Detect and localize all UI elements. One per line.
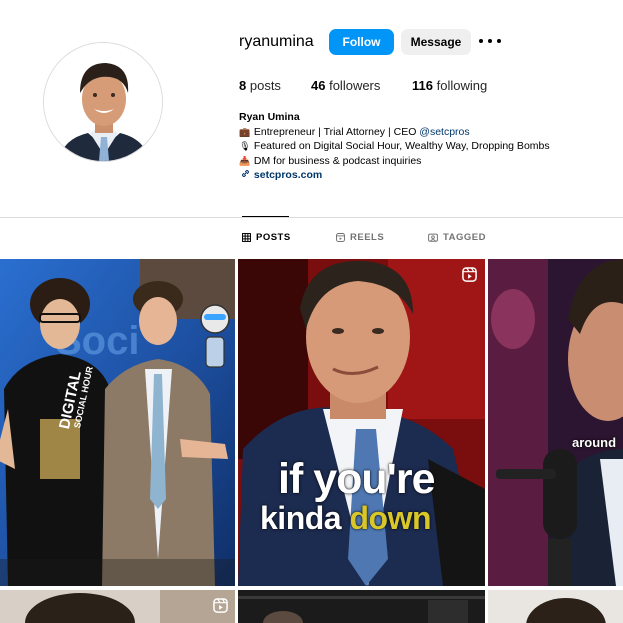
post-tile-6[interactable] [488, 590, 623, 623]
bio-line-2: 🎙 Featured on Digital Social Hour, Wealt… [239, 139, 550, 154]
post-3-caption: around [572, 435, 617, 450]
bio-line-2-text: Featured on Digital Social Hour, Wealthy… [253, 140, 550, 152]
following-count-label: following [436, 78, 488, 93]
tab-reels-label: REELS [350, 232, 385, 243]
briefcase-icon: 💼 [239, 126, 251, 137]
post-tile-2[interactable]: if you're kinda down [238, 259, 485, 586]
posts-count-value: 8 [239, 78, 247, 93]
bio-line-1: 💼 Entrepreneur | Trial Attorney | CEO @s… [239, 125, 550, 140]
reel-icon [213, 598, 228, 613]
microphone-icon: 🎙 [239, 141, 251, 151]
post-2-caption-word: kinda [260, 500, 350, 536]
tab-reels[interactable]: REELS [336, 232, 384, 243]
reels-icon [336, 233, 345, 242]
message-button[interactable]: Message [401, 29, 471, 55]
tab-posts[interactable]: POSTS [242, 232, 291, 243]
post-6-image [488, 590, 623, 623]
reel-icon [462, 267, 477, 282]
grid-icon [242, 233, 251, 242]
tab-posts-label: POSTS [256, 232, 291, 243]
followers-count[interactable]: 46 followers [311, 78, 380, 93]
bio-line-3: 📥 DM for business & podcast inquiries [239, 154, 550, 169]
post-tile-4[interactable] [0, 590, 235, 623]
bio-mention-link[interactable]: @setcpros [419, 126, 469, 138]
posts-count: 8 posts [239, 78, 281, 93]
profile-full-name: Ryan Umina [239, 111, 300, 123]
bio-website-link[interactable]: setcpros.com [254, 169, 322, 181]
post-2-caption-line-1: if you're [278, 455, 436, 503]
following-count-value: 116 [412, 78, 433, 93]
post-2-caption-line-2: kinda down [260, 500, 431, 537]
follow-button[interactable]: Follow [329, 29, 394, 55]
avatar-image [44, 43, 162, 161]
bio-line-1-text: Entrepreneur | Trial Attorney | CEO [253, 125, 420, 138]
post-1-image: Soci [0, 259, 235, 586]
tagged-icon [428, 233, 438, 242]
following-count[interactable]: 116 following [412, 78, 487, 93]
active-tab-indicator [242, 216, 289, 217]
profile-username: ryanumina [239, 33, 314, 50]
more-options-icon[interactable] [479, 28, 501, 54]
posts-count-label: posts [249, 78, 281, 93]
post-tile-5[interactable] [238, 590, 485, 623]
followers-count-value: 46 [311, 78, 326, 93]
link-icon [239, 168, 251, 183]
tabs-divider [0, 217, 623, 218]
inbox-icon: 📥 [239, 155, 251, 166]
post-tile-3[interactable]: around [488, 259, 623, 586]
profile-avatar[interactable] [43, 42, 163, 162]
profile-bio: Ryan Umina 💼 Entrepreneur | Trial Attorn… [239, 110, 550, 183]
followers-count-label: followers [329, 78, 381, 93]
post-3-image [488, 259, 623, 586]
post-2-caption-highlight: down [349, 500, 431, 536]
bio-line-3-text: DM for business & podcast inquiries [253, 154, 422, 167]
post-tile-1[interactable]: Soci DIGITAL SOCIAL HOUR [0, 259, 235, 586]
post-4-image [0, 590, 235, 623]
tab-tagged-label: TAGGED [443, 232, 486, 243]
bio-link-row[interactable]: setcpros.com [239, 168, 550, 183]
post-5-image [238, 590, 485, 623]
tab-tagged[interactable]: TAGGED [428, 232, 486, 243]
posts-grid: Soci DIGITAL SOCIAL HOUR if you're kinda… [0, 259, 623, 623]
